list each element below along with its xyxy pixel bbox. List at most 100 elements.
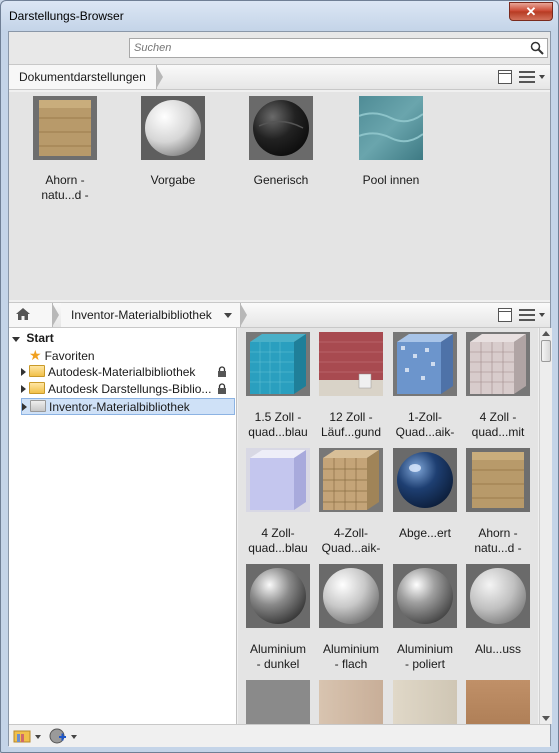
- wood-cube-icon: [466, 448, 530, 512]
- search-bar: [9, 32, 550, 64]
- document-appearance-item[interactable]: Generisch: [231, 96, 331, 188]
- tree-item-label: Inventor-Materialbibliothek: [49, 400, 190, 414]
- blue-tile-cube-icon: [246, 332, 310, 396]
- search-icon[interactable]: [530, 41, 544, 55]
- tree-root[interactable]: Start: [12, 330, 54, 347]
- material-label: Aluminium - dunkel: [249, 642, 306, 671]
- search-input[interactable]: [130, 39, 510, 57]
- document-appearance-label: Vorgabe: [150, 173, 196, 187]
- view-toggle-icon[interactable]: [498, 308, 512, 322]
- document-appearances-area: Ahorn - natu...d - Vorgabe Generisch Poo…: [9, 92, 550, 300]
- tree-item-inventor-material-library[interactable]: Inventor-Materialbibliothek: [21, 398, 235, 415]
- material-tile[interactable]: Ahorn - natu...d -: [463, 448, 533, 556]
- material-label: Aluminium - poliert: [396, 642, 453, 671]
- mosaic-cube-icon: [393, 332, 457, 396]
- view-toggle-icon[interactable]: [498, 70, 512, 84]
- wood-swatch-icon: [466, 680, 530, 724]
- cream-swatch-icon: [393, 680, 457, 724]
- material-tile[interactable]: Aluminium - poliert: [390, 564, 460, 672]
- metal-sphere-icon: [319, 564, 383, 628]
- metal-sphere-icon: [393, 564, 457, 628]
- browser-panel: Dokumentdarstellungen Ahorn - natu...d -: [8, 31, 552, 747]
- material-tile[interactable]: Aluminium - flach: [316, 564, 386, 672]
- collapse-icon[interactable]: [12, 337, 20, 342]
- beige-swatch-icon: [319, 680, 383, 724]
- expand-icon[interactable]: [22, 403, 27, 411]
- material-label: 1-Zoll- Quad...aik-: [395, 410, 455, 439]
- star-icon: ★: [29, 347, 42, 363]
- document-appearance-label: Ahorn - natu...d -: [41, 173, 89, 202]
- tree-item-label: Autodesk-Materialbibliothek: [48, 365, 196, 379]
- scroll-up-icon[interactable]: [542, 331, 550, 336]
- window-title: Darstellungs-Browser: [9, 9, 124, 23]
- breadcrumb-document-appearances[interactable]: Dokumentdarstellungen: [9, 65, 163, 89]
- white-sphere-icon: [141, 96, 205, 160]
- material-tile[interactable]: 1.5 Zoll - quad...blau: [243, 332, 313, 440]
- home-button[interactable]: [9, 303, 59, 342]
- scroll-down-icon[interactable]: [542, 716, 550, 721]
- expand-icon[interactable]: [21, 368, 26, 376]
- material-label: Abge...ert: [398, 526, 452, 540]
- tree-item-favorites[interactable]: ★ Favoriten: [29, 347, 95, 364]
- white-tile-cube-icon: [466, 332, 530, 396]
- chevron-down-icon[interactable]: [224, 313, 232, 318]
- create-appearance-button[interactable]: [49, 728, 79, 744]
- expand-icon[interactable]: [21, 385, 26, 393]
- material-grid: 1.5 Zoll - quad...blau 12 Zoll - Läuf...…: [238, 328, 538, 724]
- water-swatch-icon: [358, 96, 424, 160]
- material-label: Alu...uss: [474, 642, 522, 656]
- material-tile[interactable]: Alu...uss: [463, 564, 533, 657]
- home-icon: [16, 308, 30, 320]
- tree-item-label: Favoriten: [44, 349, 95, 363]
- material-tile[interactable]: [243, 680, 313, 724]
- metal-sphere-icon: [466, 564, 530, 628]
- document-appearance-label: Generisch: [253, 173, 309, 187]
- library-manage-button[interactable]: [13, 728, 43, 744]
- document-appearance-item[interactable]: Pool innen: [341, 96, 441, 188]
- material-label: 4 Zoll- quad...blau: [248, 526, 308, 555]
- material-label: 1.5 Zoll - quad...blau: [248, 410, 308, 439]
- tree-item-autodesk-material-library[interactable]: Autodesk-Materialbibliothek: [21, 364, 233, 381]
- tree-item-autodesk-appearance-library[interactable]: Autodesk Darstellungs-Biblio...: [21, 381, 233, 398]
- material-label: 12 Zoll - Läuf...gund: [320, 410, 382, 439]
- material-tile[interactable]: 4 Zoll- quad...blau: [243, 448, 313, 556]
- folder-icon: [29, 382, 45, 394]
- close-button[interactable]: ✕: [509, 2, 553, 21]
- lavender-cube-icon: [246, 448, 310, 512]
- folder-icon: [29, 365, 45, 377]
- list-view-menu-icon[interactable]: [519, 69, 545, 85]
- material-tile[interactable]: 1-Zoll- Quad...aik-: [390, 332, 460, 440]
- material-tile[interactable]: [390, 680, 460, 724]
- document-appearance-label: Pool innen: [362, 173, 420, 187]
- gray-swatch-icon: [246, 680, 310, 724]
- material-tile[interactable]: [316, 680, 386, 724]
- material-tile[interactable]: 4-Zoll- Quad...aik-: [316, 448, 386, 556]
- material-tile[interactable]: Abge...ert: [390, 448, 460, 541]
- dark-blue-sphere-icon: [393, 448, 457, 512]
- material-tile[interactable]: Aluminium - dunkel: [243, 564, 313, 672]
- library-tree: Start ★ Favoriten Autodesk-Materialbiblio…: [9, 328, 237, 724]
- vertical-scrollbar[interactable]: [539, 328, 552, 724]
- material-tile[interactable]: 4 Zoll - quad...mit: [463, 332, 533, 440]
- breadcrumb-library[interactable]: Inventor-Materialbibliothek: [61, 303, 247, 327]
- material-label: 4 Zoll - quad...mit: [471, 410, 525, 439]
- title-bar[interactable]: Darstellungs-Browser ✕: [1, 1, 558, 31]
- material-label: Aluminium - flach: [322, 642, 379, 671]
- document-appearance-item[interactable]: Ahorn - natu...d -: [15, 96, 115, 203]
- material-tile[interactable]: [463, 680, 533, 724]
- material-tile[interactable]: 12 Zoll - Läuf...gund: [316, 332, 386, 440]
- wood-cube-icon: [33, 96, 97, 160]
- tan-tile-cube-icon: [319, 448, 383, 512]
- search-box[interactable]: [129, 38, 548, 58]
- breadcrumb-library-label: Inventor-Materialbibliothek: [71, 308, 212, 322]
- appearance-browser-window: Darstellungs-Browser ✕ Dokumentdarstellu…: [0, 0, 559, 753]
- library-bar: Inventor-Materialbibliothek: [9, 302, 550, 342]
- material-label: Ahorn - natu...d -: [474, 526, 522, 555]
- document-appearance-item[interactable]: Vorgabe: [123, 96, 223, 188]
- scrollbar-thumb[interactable]: [541, 340, 551, 362]
- library-folder-icon: [13, 730, 41, 743]
- black-sphere-icon: [249, 96, 313, 160]
- bottom-toolbar: [9, 724, 550, 747]
- folder-icon: [30, 400, 46, 412]
- list-view-menu-icon[interactable]: [519, 307, 545, 323]
